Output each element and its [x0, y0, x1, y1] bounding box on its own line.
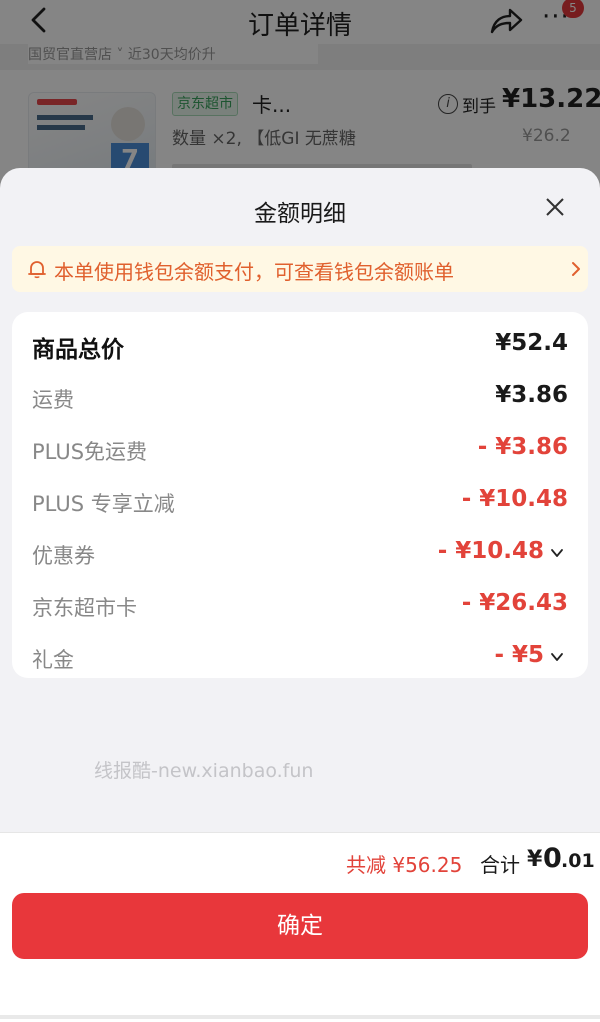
chevron-right-icon [572, 262, 580, 276]
total-label: 合计 [480, 853, 520, 877]
row-label: PLUS 专享立减 [32, 492, 175, 516]
confirm-button[interactable]: 确定 [12, 893, 588, 959]
row-shipping-fee: 运费 ¥3.86 [12, 372, 588, 424]
sheet-footer: 共减 ¥56.25 合计 ¥ 0 .01 确定 [0, 832, 600, 1022]
row-value: - ¥3.86 [477, 434, 568, 460]
row-value: ¥52.4 [495, 330, 568, 356]
row-value: - ¥26.43 [461, 590, 568, 616]
watermark-text: 线报酷-new.xianbao.fun [94, 760, 314, 782]
row-gift-money[interactable]: 礼金 - ¥5 [12, 632, 588, 684]
row-goods-total: 商品总价 ¥52.4 [12, 320, 588, 372]
row-value: - ¥10.48 [461, 486, 568, 512]
amount-detail-sheet: 金额明细 本单使用钱包余额支付，可查看钱包余额账单 商品总价 ¥52.4 运费 … [0, 168, 600, 1022]
row-plus-exclusive-discount: PLUS 专享立减 - ¥10.48 [12, 476, 588, 528]
total-amount: 0 [543, 843, 562, 874]
wallet-balance-notice[interactable]: 本单使用钱包余额支付，可查看钱包余额账单 [12, 246, 588, 292]
row-label: 京东超市卡 [32, 596, 137, 620]
chevron-down-icon[interactable] [550, 650, 564, 664]
row-coupon[interactable]: 优惠券 - ¥10.48 [12, 528, 588, 580]
row-supermarket-card: 京东超市卡 - ¥26.43 [12, 580, 588, 632]
row-plus-free-shipping: PLUS免运费 - ¥3.86 [12, 424, 588, 476]
row-value: - ¥10.48 [437, 538, 544, 564]
amount-detail-card: 商品总价 ¥52.4 运费 ¥3.86 PLUS免运费 - ¥3.86 PLUS… [12, 312, 588, 678]
notice-text: 本单使用钱包余额支付，可查看钱包余额账单 [54, 260, 454, 284]
total-discount: 共减 ¥56.25 [346, 853, 463, 877]
home-indicator [0, 1015, 600, 1019]
chevron-down-icon[interactable] [550, 546, 564, 560]
bell-icon [28, 261, 46, 279]
close-icon[interactable] [542, 194, 568, 220]
row-label: PLUS免运费 [32, 440, 148, 464]
row-label: 优惠券 [32, 544, 95, 568]
row-value: - ¥5 [494, 642, 544, 668]
total-amount-decimal: .01 [561, 850, 595, 872]
row-label: 商品总价 [32, 337, 124, 363]
row-label: 礼金 [32, 648, 74, 672]
row-value: ¥3.86 [495, 382, 568, 408]
total-currency: ¥ [527, 847, 543, 872]
sheet-title: 金额明细 [254, 201, 346, 227]
row-label: 运费 [32, 388, 74, 412]
